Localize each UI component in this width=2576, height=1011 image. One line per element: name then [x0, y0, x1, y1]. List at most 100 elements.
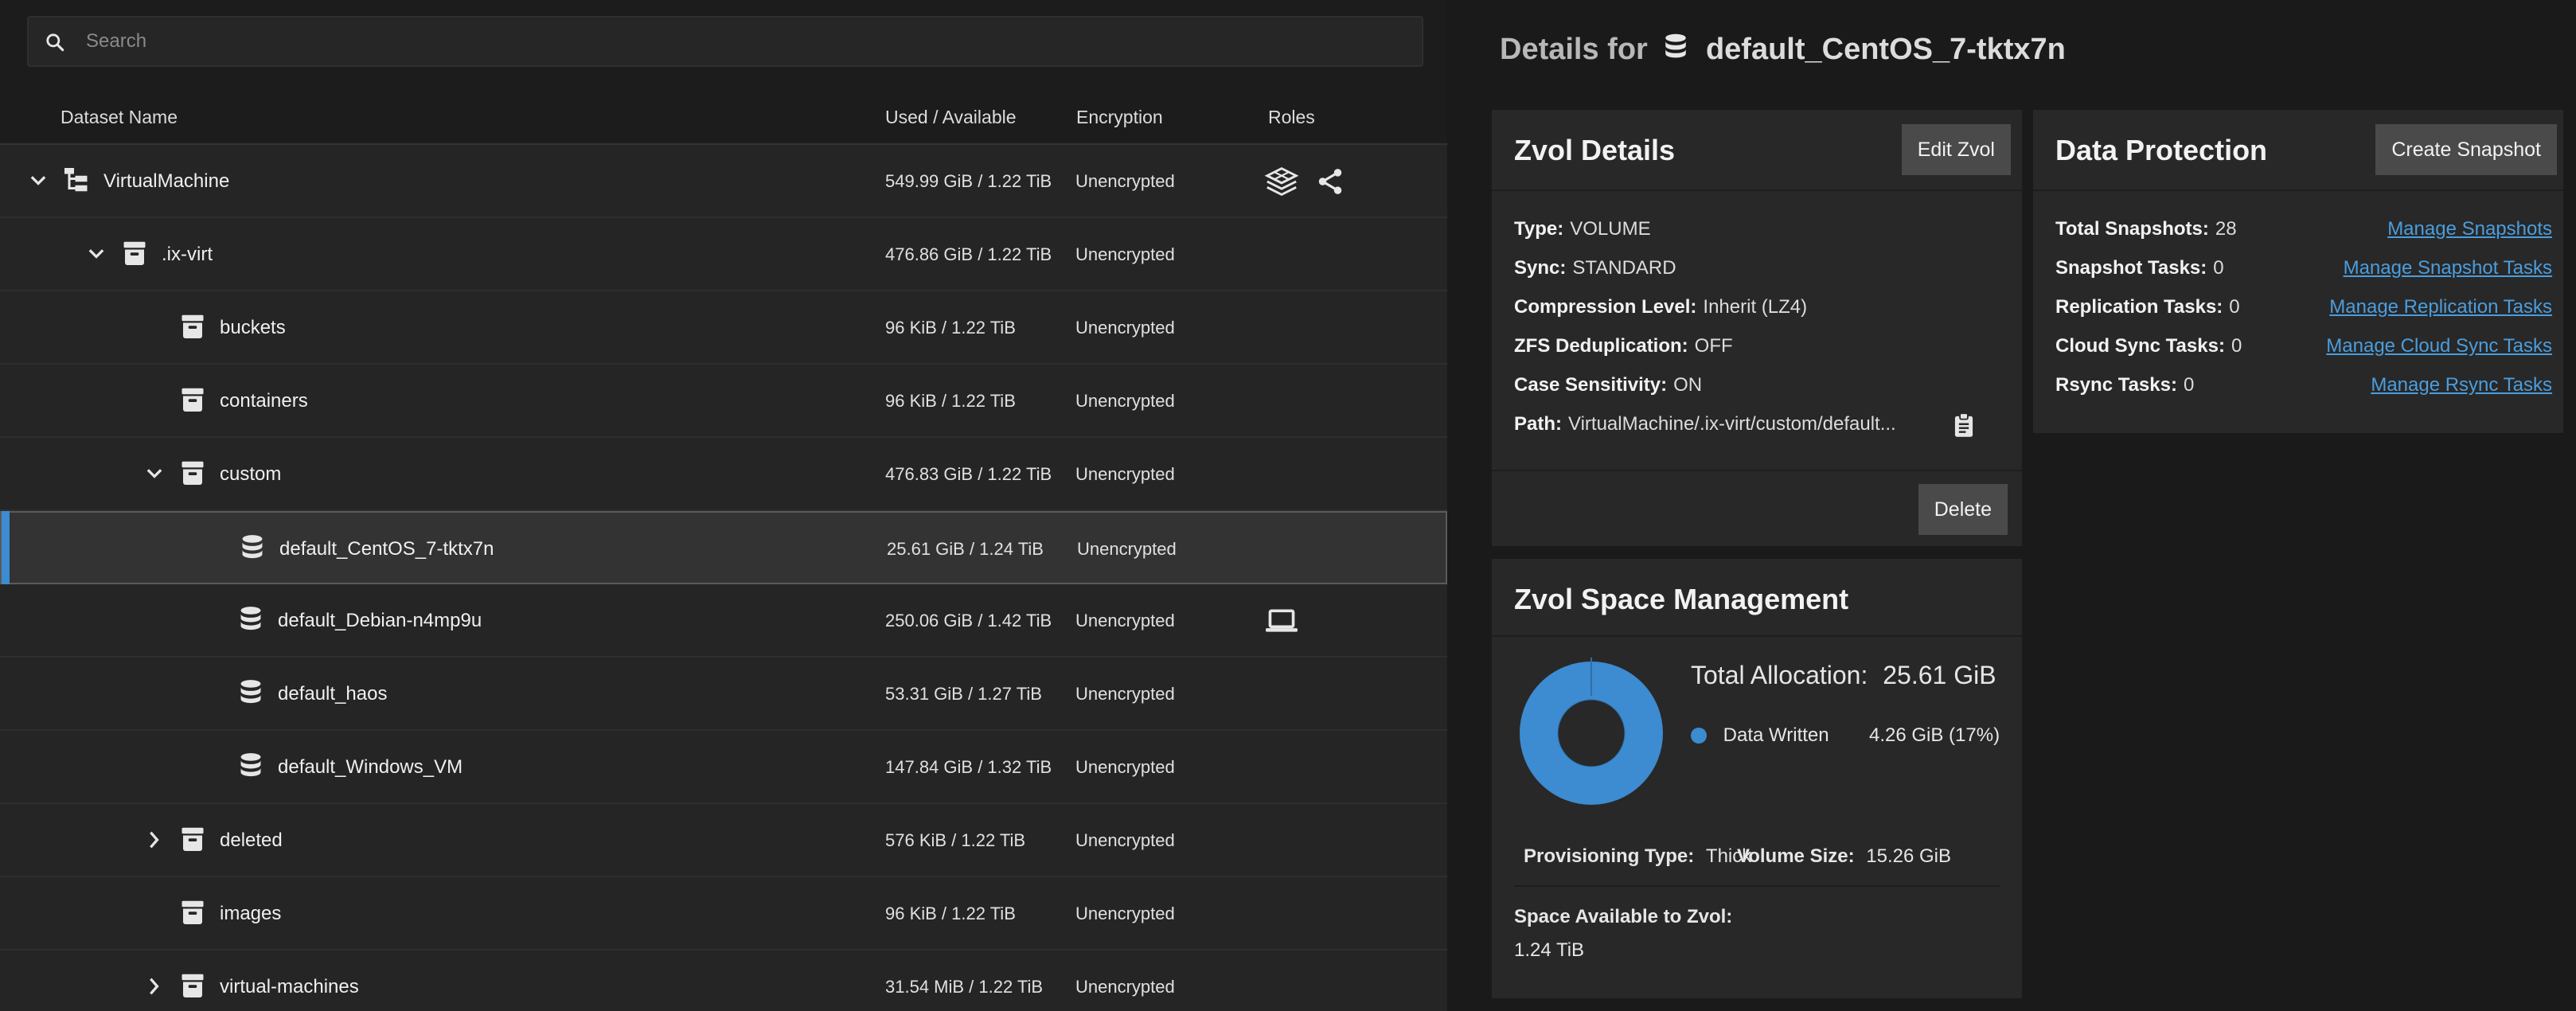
space-available-value: 1.24 TiB: [1514, 939, 1585, 961]
details-title-name: default_CentOS_7-tktx7n: [1705, 33, 2066, 66]
table-row[interactable]: deleted 576 KiB / 1.22 TiB Unencrypted: [0, 804, 1447, 877]
provisioning-type: Provisioning Type: Thick: [1524, 845, 1751, 868]
table-row[interactable]: default_Windows_VM 147.84 GiB / 1.32 TiB U…: [0, 731, 1447, 804]
manage-link[interactable]: Manage Rsync Tasks: [2371, 374, 2552, 396]
zvol-field-key: ZFS Deduplication:: [1514, 335, 1688, 357]
manage-link[interactable]: Manage Snapshots: [2387, 218, 2552, 240]
chevron-down-icon[interactable]: [143, 463, 166, 485]
dataset-name: default_CentOS_7-tktx7n: [279, 538, 494, 560]
total-allocation-label: Total Allocation:: [1691, 661, 1868, 689]
divider: [1492, 470, 2022, 471]
table-row[interactable]: buckets 96 KiB / 1.22 TiB Unencrypted: [0, 291, 1447, 365]
protection-item-key: Total Snapshots:: [2055, 218, 2209, 240]
zvol-icon: [236, 605, 265, 634]
search-box[interactable]: [27, 16, 1423, 67]
apps-icon: [1264, 167, 1315, 196]
dataset-name: .ix-virt: [162, 244, 213, 265]
legend-data-written: Data Written 4.26 GiB (17%): [1691, 724, 2000, 747]
encryption-status: Unencrypted: [1075, 318, 1175, 338]
dataset-table: VirtualMachine 549.99 GiB / 1.22 TiB Unenc…: [0, 145, 1447, 1011]
protection-item-key: Cloud Sync Tasks:: [2055, 335, 2225, 357]
manage-link[interactable]: Manage Snapshot Tasks: [2344, 257, 2552, 279]
protection-item-key: Snapshot Tasks:: [2055, 257, 2207, 279]
encryption-status: Unencrypted: [1075, 464, 1175, 484]
encryption-status: Unencrypted: [1077, 539, 1177, 559]
edit-zvol-button[interactable]: Edit Zvol: [1901, 124, 2011, 175]
dataset-name: deleted: [220, 829, 283, 851]
details-title-prefix: Details for: [1500, 33, 1648, 66]
table-row[interactable]: virtual-machines 31.54 MiB / 1.22 TiB Unen…: [0, 950, 1447, 1011]
column-header-dataset-name[interactable]: Dataset Name: [60, 107, 178, 128]
zvol-icon: [236, 678, 265, 707]
zvol-icon: [238, 533, 267, 562]
table-row[interactable]: images 96 KiB / 1.22 TiB Unencrypted: [0, 877, 1447, 950]
encryption-status: Unencrypted: [1075, 830, 1175, 850]
volume-size-value: 15.26 GiB: [1866, 845, 1951, 867]
zvol-icon: [1665, 33, 1687, 58]
chevron-right-icon[interactable]: [143, 975, 166, 997]
zvol-field: Sync: STANDARD: [1514, 257, 1676, 279]
column-header-roles[interactable]: Roles: [1268, 107, 1315, 128]
protection-item-value: 0: [2229, 296, 2240, 318]
roles-cell: [1264, 166, 1361, 197]
dataset-name: custom: [220, 463, 282, 485]
used-available: 96 KiB / 1.22 TiB: [885, 904, 1016, 923]
search-bar: [0, 0, 1447, 89]
legend-label: Data Written: [1723, 724, 1829, 746]
used-available: 250.06 GiB / 1.42 TiB: [885, 611, 1052, 630]
dataset-icon: [178, 825, 207, 853]
used-available: 576 KiB / 1.22 TiB: [885, 830, 1026, 850]
table-row[interactable]: containers 96 KiB / 1.22 TiB Unencrypted: [0, 365, 1447, 438]
zvol-field-value: OFF: [1694, 335, 1733, 357]
protection-item-value: 0: [2231, 335, 2242, 357]
column-header-used-available[interactable]: Used / Available: [885, 107, 1017, 128]
chevron-right-icon[interactable]: [143, 829, 166, 851]
total-allocation-value: 25.61 GiB: [1883, 661, 1996, 689]
column-header-encryption[interactable]: Encryption: [1076, 107, 1163, 128]
manage-link[interactable]: Manage Replication Tasks: [2329, 296, 2552, 318]
encryption-status: Unencrypted: [1075, 171, 1175, 191]
search-input[interactable]: [86, 24, 1399, 59]
table-row[interactable]: default_Debian-n4mp9u 250.06 GiB / 1.42 T…: [0, 584, 1447, 658]
protection-item: Total Snapshots: 28: [2055, 218, 2237, 240]
zvol-field-key: Case Sensitivity:: [1514, 374, 1668, 396]
chevron-down-icon[interactable]: [27, 170, 49, 192]
zvol-field: ZFS Deduplication: OFF: [1514, 335, 1733, 357]
dataset-icon: [178, 459, 207, 487]
dataset-icon: [178, 312, 207, 341]
zvol-field-value: VirtualMachine/.ix-virt/custom/default..…: [1568, 413, 1896, 435]
table-row[interactable]: default_haos 53.31 GiB / 1.27 TiB Unencryp…: [0, 658, 1447, 731]
zvol-field-key: Path:: [1514, 413, 1562, 435]
details-title: Details for default_CentOS_7-tktx7n: [1500, 32, 2066, 67]
encryption-status: Unencrypted: [1075, 757, 1175, 777]
manage-link[interactable]: Manage Cloud Sync Tasks: [2326, 335, 2552, 357]
data-protection-card: Data Protection Create Snapshot Total Sn…: [2033, 110, 2563, 433]
chevron-down-icon[interactable]: [85, 243, 107, 265]
copy-clipboard-icon[interactable]: [1952, 412, 1976, 438]
table-row[interactable]: custom 476.83 GiB / 1.22 TiB Unencrypted: [0, 438, 1447, 511]
divider: [1514, 885, 2000, 887]
search-icon: [46, 33, 64, 52]
protection-item-value: 0: [2183, 374, 2195, 396]
create-snapshot-button[interactable]: Create Snapshot: [2375, 124, 2557, 175]
vm-laptop-icon: [1264, 609, 1315, 632]
used-available: 549.99 GiB / 1.22 TiB: [885, 171, 1052, 191]
zvol-field-key: Sync:: [1514, 257, 1567, 279]
zvol-icon: [236, 751, 265, 780]
used-available: 147.84 GiB / 1.32 TiB: [885, 757, 1052, 777]
legend-value: 4.26 GiB (17%): [1869, 724, 2000, 746]
protection-item-value: 0: [2213, 257, 2224, 279]
space-available-key: Space Available to Zvol:: [1514, 906, 1733, 927]
table-row[interactable]: default_CentOS_7-tktx7n 25.61 GiB / 1.24 …: [0, 511, 1447, 584]
zvol-space-card: Zvol Space Management Total Allocation: …: [1492, 559, 2022, 998]
table-row[interactable]: .ix-virt 476.86 GiB / 1.22 TiB Unencrypted: [0, 218, 1447, 291]
zvol-details-header: Zvol Details Edit Zvol: [1492, 110, 2022, 191]
protection-item-key: Rsync Tasks:: [2055, 374, 2177, 396]
delete-button[interactable]: Delete: [1918, 484, 2008, 535]
table-row[interactable]: VirtualMachine 549.99 GiB / 1.22 TiB Unenc…: [0, 145, 1447, 218]
dataset-name: default_haos: [278, 683, 388, 705]
zvol-details-title: Zvol Details: [1514, 134, 1676, 166]
provisioning-type-key: Provisioning Type:: [1524, 845, 1695, 867]
dataset-icon: [178, 898, 207, 927]
data-protection-title: Data Protection: [2055, 134, 2268, 166]
